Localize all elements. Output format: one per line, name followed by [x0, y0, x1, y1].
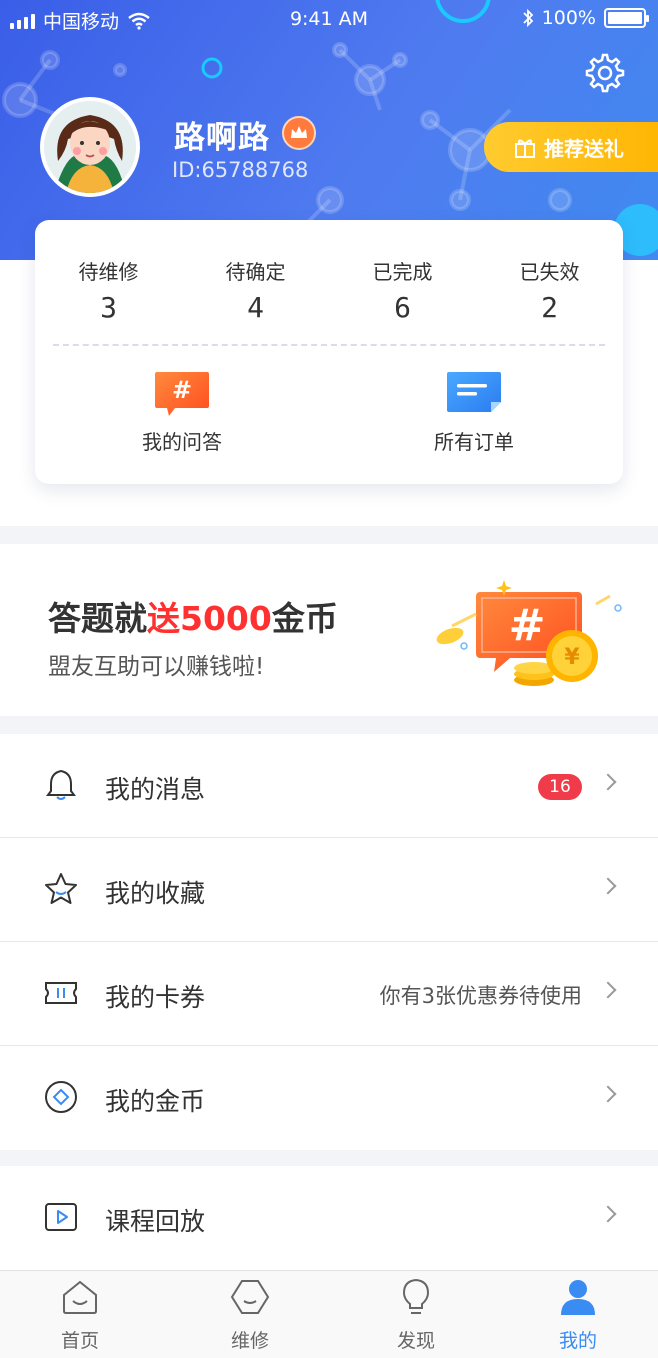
menu-item-messages[interactable]: 我的消息 16: [0, 734, 658, 838]
banner-title-suffix: 金币: [271, 599, 338, 638]
menu-item-course-replay[interactable]: 课程回放: [0, 1166, 658, 1270]
svg-text:#: #: [172, 376, 192, 404]
menu-label: 我的收藏: [105, 879, 206, 908]
stat-pending-confirm[interactable]: 待确定 4: [182, 256, 329, 324]
svg-text:#: #: [509, 600, 546, 651]
stat-label: 待维修: [78, 260, 139, 284]
bulb-icon: [402, 1278, 430, 1314]
settings-gear-icon[interactable]: [584, 52, 626, 94]
banner-subtitle: 盟友互助可以赚钱啦!: [48, 654, 265, 680]
svg-text:¥: ¥: [564, 645, 580, 670]
home-icon: [63, 1280, 97, 1314]
menu-label: 我的金币: [105, 1087, 206, 1116]
menu-list: 我的消息 16 我的收藏 我的卡券 你有3张优惠券待使用 我的金币: [0, 734, 658, 1150]
chevron-right-icon: [599, 1205, 617, 1223]
banner-title-prefix: 答题就: [48, 599, 147, 638]
star-icon: [45, 873, 77, 904]
divider: [53, 344, 605, 346]
chevron-right-icon: [599, 877, 617, 895]
orders-card: 待维修 3 待确定 4 已完成 6 已失效 2 # 我的问答 所有订单: [35, 220, 623, 484]
tab-label: 维修: [230, 1330, 269, 1352]
user-id: ID:65788768: [172, 158, 309, 182]
banner-title-highlight: 送5000: [147, 599, 272, 638]
gift-icon: [515, 139, 535, 158]
tab-home[interactable]: 首页: [40, 1271, 120, 1353]
orders-label: 所有订单: [434, 430, 514, 454]
avatar-illustration: [44, 101, 136, 193]
coupon-hint: 你有3张优惠券待使用: [379, 984, 582, 1008]
stat-value: 6: [394, 291, 411, 324]
user-icon: [561, 1280, 595, 1315]
tab-repair[interactable]: 维修: [210, 1271, 290, 1353]
menu-item-coins[interactable]: 我的金币: [0, 1046, 658, 1150]
my-qa-link[interactable]: # 我的问答: [130, 370, 234, 455]
chevron-right-icon: [599, 1085, 617, 1103]
stat-completed[interactable]: 已完成 6: [329, 256, 476, 324]
battery-percent: 100%: [541, 7, 596, 29]
stat-pending-repair[interactable]: 待维修 3: [35, 256, 182, 324]
menu-label: 课程回放: [105, 1207, 206, 1236]
gift-button-label: 推荐送礼: [544, 136, 624, 161]
chevron-right-icon: [599, 981, 617, 999]
coin-chat-illustration: # ¥: [436, 580, 622, 686]
unread-count-badge: 16: [538, 774, 582, 800]
play-icon: [45, 1203, 77, 1231]
menu-list-secondary: 课程回放: [0, 1166, 658, 1270]
stat-value: 2: [541, 291, 558, 324]
repair-icon: [230, 1280, 270, 1314]
bell-icon: [46, 769, 76, 800]
menu-label: 我的卡券: [105, 983, 206, 1012]
chevron-right-icon: [599, 773, 617, 791]
recommend-gift-button[interactable]: 推荐送礼: [484, 122, 658, 172]
user-name: 路啊路: [174, 120, 270, 156]
stat-label: 待确定: [225, 260, 286, 284]
stat-label: 已完成: [372, 260, 433, 284]
tab-mine[interactable]: 我的: [538, 1271, 618, 1353]
stat-expired[interactable]: 已失效 2: [476, 256, 623, 324]
qa-hash-icon: #: [153, 370, 211, 416]
coin-icon: [45, 1081, 77, 1113]
tab-bar: 首页 维修 发现 我的: [0, 1270, 658, 1358]
stat-value: 3: [100, 291, 117, 324]
tab-label: 首页: [60, 1330, 99, 1352]
stat-label: 已失效: [519, 260, 580, 284]
tab-label: 发现: [396, 1330, 435, 1352]
promo-banner[interactable]: 答题就送5000金币 盟友互助可以赚钱啦! # ¥: [0, 544, 658, 716]
tab-discover[interactable]: 发现: [376, 1271, 456, 1353]
menu-item-favorites[interactable]: 我的收藏: [0, 838, 658, 942]
ticket-icon: [45, 982, 77, 1004]
avatar[interactable]: [40, 97, 140, 197]
menu-label: 我的消息: [105, 775, 206, 804]
qa-label: 我的问答: [142, 430, 222, 454]
status-bar: 中国移动 9:41 AM 100%: [0, 0, 658, 38]
orders-list-icon: [445, 370, 503, 416]
tab-label: 我的: [558, 1330, 597, 1352]
menu-item-coupons[interactable]: 我的卡券 你有3张优惠券待使用: [0, 942, 658, 1046]
stat-value: 4: [247, 291, 264, 324]
battery-icon: [604, 8, 649, 28]
all-orders-link[interactable]: 所有订单: [422, 370, 526, 455]
banner-title: 答题就送5000金币: [48, 592, 338, 640]
vip-crown-icon: [282, 116, 316, 150]
bluetooth-icon: [523, 8, 533, 28]
